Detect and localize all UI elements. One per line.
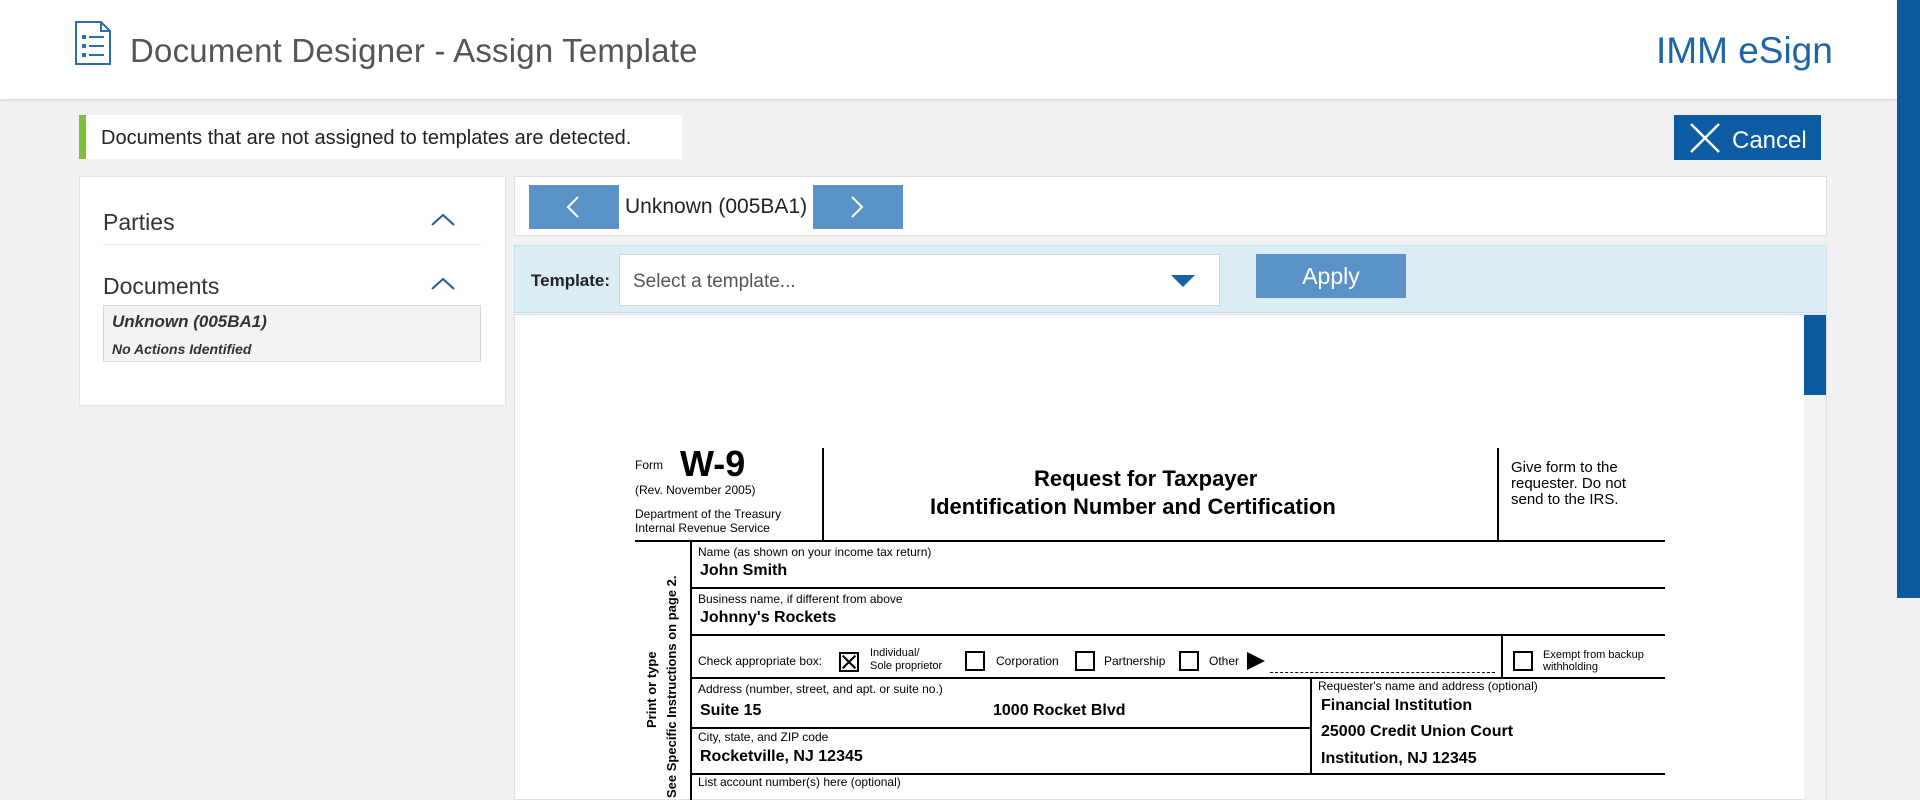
form-department: Department of the Treasury (635, 507, 782, 521)
notice-text: Documents that are not assigned to templ… (101, 127, 632, 149)
name-field-value: John Smith (700, 562, 788, 579)
city-field-value: Rocketville, NJ 12345 (700, 748, 863, 765)
documents-label: Documents (103, 273, 220, 299)
other-checkbox[interactable] (1179, 651, 1199, 671)
form-rule (690, 540, 692, 800)
arrow-right-icon (1247, 652, 1265, 670)
form-rule (690, 727, 1310, 729)
individual-label-2: Sole proprietor (870, 660, 943, 672)
document-status: No Actions Identified (112, 341, 252, 357)
partnership-label: Partnership (1104, 654, 1166, 668)
form-number: W-9 (680, 443, 746, 484)
form-title-line2: Identification Number and Certification (930, 494, 1336, 519)
document-list-icon (75, 21, 111, 65)
address-street-value: 1000 Rocket Blvd (993, 702, 1126, 719)
name-field-label: Name (as shown on your income tax return… (698, 545, 932, 559)
page-title: Document Designer - Assign Template (130, 32, 698, 69)
give-form-line3: send to the IRS. (1511, 491, 1619, 508)
form-title-line1: Request for Taxpayer (1034, 466, 1258, 491)
form-divider (1497, 448, 1499, 540)
exempt-label-1: Exempt from backup (1543, 649, 1644, 661)
requester-line1: Financial Institution (1321, 697, 1473, 714)
apply-button[interactable]: Apply (1256, 254, 1406, 298)
requester-field-label: Requester's name and address (optional) (1318, 679, 1538, 693)
sidebar-panel: Parties Documents Unknown (005BA1) No Ac… (79, 176, 506, 406)
form-word: Form (635, 458, 663, 472)
requester-line2: 25000 Credit Union Court (1321, 723, 1514, 740)
cancel-button[interactable]: Cancel (1674, 115, 1821, 160)
business-field-label: Business name, if different from above (698, 592, 903, 606)
account-field-label: List account number(s) here (optional) (698, 775, 901, 789)
parties-section-header[interactable]: Parties (103, 201, 481, 245)
template-placeholder: Select a template... (633, 271, 796, 292)
other-label: Other (1209, 654, 1240, 668)
individual-label-1: Individual/ (870, 647, 920, 659)
form-rule (690, 634, 1665, 636)
app-header: Document Designer - Assign Template IMM … (0, 0, 1920, 99)
exempt-checkbox[interactable] (1513, 651, 1533, 671)
chevron-up-icon[interactable] (430, 213, 456, 227)
address-field-label: Address (number, street, and apt. or sui… (698, 682, 943, 696)
close-icon (1690, 123, 1720, 153)
side-accent-bar (1897, 0, 1920, 598)
current-document-name: Unknown (005BA1) (625, 195, 808, 218)
corporation-label: Corporation (996, 654, 1059, 668)
form-rule (690, 587, 1665, 589)
scrollbar-track[interactable] (1804, 395, 1826, 800)
form-revision: (Rev. November 2005) (635, 483, 756, 497)
address-suite-value: Suite 15 (700, 702, 762, 719)
template-bar: Template: Select a template... Apply (514, 245, 1827, 313)
check-box-label: Check appropriate box: (698, 654, 823, 668)
partnership-checkbox[interactable] (1075, 651, 1095, 671)
unassigned-notice: Documents that are not assigned to templ… (79, 115, 682, 159)
chevron-right-icon (851, 196, 864, 218)
individual-checkbox[interactable] (839, 652, 859, 672)
brand-logo: IMM eSign (1656, 30, 1833, 71)
chevron-left-icon (566, 196, 579, 218)
dropdown-caret-icon[interactable] (1171, 275, 1195, 287)
form-rule (635, 540, 1665, 542)
form-irs: Internal Revenue Service (635, 521, 770, 535)
corporation-checkbox[interactable] (965, 651, 985, 671)
side-print-label: Print or type (644, 651, 659, 728)
form-divider (822, 448, 824, 540)
business-field-value: Johnny's Rockets (700, 609, 837, 626)
other-fill-line (1270, 672, 1495, 673)
template-select[interactable]: Select a template... (619, 254, 1220, 306)
side-instructions-label: See Specific Instructions on page 2. (664, 575, 679, 798)
cancel-label: Cancel (1732, 127, 1807, 154)
give-form-line1: Give form to the (1511, 459, 1618, 476)
form-rule (1501, 634, 1503, 678)
next-document-button[interactable] (813, 185, 903, 229)
documents-section-header[interactable]: Documents (103, 265, 481, 305)
requester-line3: Institution, NJ 12345 (1321, 750, 1477, 767)
scrollbar-thumb[interactable] (1804, 315, 1826, 395)
chevron-up-icon[interactable] (430, 277, 456, 291)
give-form-line2: requester. Do not (1511, 475, 1627, 492)
template-label: Template: (531, 271, 611, 290)
exempt-label-2: withholding (1543, 661, 1599, 673)
document-name: Unknown (005BA1) (112, 312, 267, 331)
form-rule (1310, 677, 1312, 775)
document-list-item[interactable]: Unknown (005BA1) No Actions Identified (103, 305, 481, 362)
city-field-label: City, state, and ZIP code (698, 730, 829, 744)
parties-label: Parties (103, 209, 175, 235)
document-nav-bar: Unknown (005BA1) (514, 176, 1827, 236)
previous-document-button[interactable] (529, 185, 619, 229)
